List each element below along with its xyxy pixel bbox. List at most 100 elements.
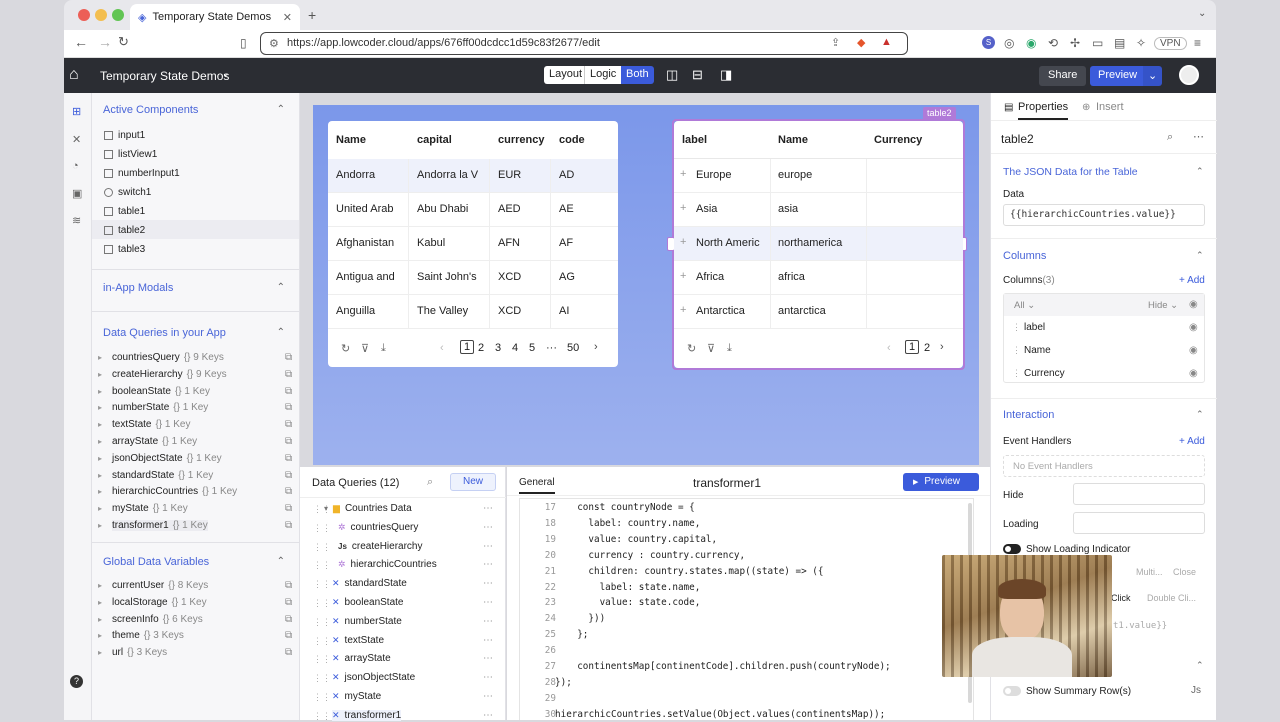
drag-handle-icon[interactable]: ⋮⋮ [313, 692, 331, 703]
copy-icon[interactable]: ⧉ [285, 369, 292, 380]
share-icon[interactable]: ⇪ [831, 36, 840, 49]
table-row[interactable]: + Europe europe [674, 159, 963, 193]
eye-icon[interactable]: ◉ [1189, 345, 1198, 356]
tab-general[interactable]: General [519, 477, 555, 494]
refresh-icon[interactable]: ↻ [341, 342, 350, 355]
share-button[interactable]: Share [1039, 66, 1087, 86]
tab-insert[interactable]: Insert [1096, 101, 1124, 113]
mode-both-button[interactable]: Both [621, 66, 654, 84]
minimize-window-button[interactable] [95, 9, 107, 21]
query-tree-item[interactable]: ✕ booleanState [332, 597, 404, 608]
expand-icon[interactable]: ▸ [98, 353, 102, 362]
run-preview-button[interactable]: ▶ Preview [903, 473, 979, 491]
table-row[interactable]: Antigua and Saint John's XCD AG [328, 261, 618, 295]
query-item[interactable]: ▸ booleanState{} 1 Key ⧉ [98, 386, 292, 397]
tab-close-icon[interactable]: ✕ [283, 11, 292, 24]
more-icon[interactable]: ⋯ [483, 635, 493, 646]
page-number[interactable]: 2 [924, 342, 930, 354]
more-icon[interactable]: ⋯ [483, 672, 493, 683]
avatar[interactable] [1179, 65, 1199, 85]
copy-icon[interactable]: ⧉ [285, 402, 292, 413]
global-item[interactable]: ▸ localStorage{} 1 Key ⧉ [98, 597, 292, 608]
extension-g-icon[interactable]: ◉ [1026, 36, 1036, 50]
page-number[interactable]: 3 [495, 342, 501, 354]
collapse-icon[interactable]: ⌃ [1196, 166, 1204, 177]
component-name[interactable]: table2 [1001, 132, 1034, 146]
more-icon[interactable]: ⋯ [483, 541, 493, 552]
drag-handle-icon[interactable]: ⋮⋮ [313, 560, 331, 571]
page-number[interactable]: 50 [567, 342, 579, 354]
expand-icon[interactable]: ▸ [98, 598, 102, 607]
query-tree-item[interactable]: ✕ myState [332, 691, 381, 702]
table2-tag[interactable]: table2 [923, 107, 956, 119]
drag-handle-icon[interactable]: ⋮ [1012, 368, 1021, 379]
hide-select[interactable]: Hide ⌄ [1148, 300, 1178, 311]
query-item[interactable]: ▸ myState{} 1 Key ⧉ [98, 503, 292, 514]
component-item[interactable]: numberInput1 [104, 168, 180, 179]
click-option[interactable]: Click [1111, 593, 1131, 603]
expand-row-icon[interactable]: + [680, 304, 686, 316]
rewards-icon[interactable]: ▲ [881, 36, 892, 48]
more-icon[interactable]: ⋯ [1193, 130, 1204, 143]
code-editor[interactable]: 17 const countryNode = {18 label: countr… [519, 498, 974, 720]
right-panel-toggle-icon[interactable]: ◨ [720, 67, 732, 83]
expand-icon[interactable]: ▸ [98, 648, 102, 657]
close-option[interactable]: Close [1173, 567, 1196, 577]
mode-logic-button[interactable]: Logic [584, 66, 622, 84]
more-icon[interactable]: ⋯ [483, 691, 493, 702]
code-line[interactable]: })) [566, 613, 605, 624]
page-number[interactable]: 1 [460, 340, 475, 354]
forward-icon[interactable]: → [98, 34, 112, 50]
global-item[interactable]: ▸ url{} 3 Keys ⧉ [98, 647, 292, 658]
table-row[interactable]: + North Americ northamerica [674, 227, 963, 261]
search-icon[interactable]: ⌕ [1167, 131, 1173, 144]
drag-handle-icon[interactable]: ⋮⋮ [313, 598, 331, 609]
query-title[interactable]: transformer1 [693, 476, 761, 490]
copy-icon[interactable]: ⧉ [285, 470, 292, 481]
expand-icon[interactable]: ▸ [98, 487, 102, 496]
code-line[interactable]: label: state.name, [566, 582, 701, 593]
explorer-icon[interactable]: ⊞ [72, 105, 81, 118]
refresh-icon[interactable]: ↻ [687, 342, 696, 355]
query-tree-item[interactable]: ✲ countriesQuery [338, 522, 418, 533]
query-item[interactable]: ▸ transformer1{} 1 Key ⧉ [98, 520, 292, 531]
loading-indicator-switch[interactable] [1003, 544, 1021, 554]
component-item[interactable]: table1 [104, 206, 145, 217]
bottom-panel-toggle-icon[interactable]: ⊟ [692, 67, 703, 83]
copy-icon[interactable]: ⧉ [285, 647, 292, 658]
expand-row-icon[interactable]: + [680, 202, 686, 214]
expand-icon[interactable]: ▸ [98, 521, 102, 530]
modals-title[interactable]: in-App Modals [103, 282, 173, 294]
search-icon[interactable]: ⌕ [427, 476, 433, 489]
copy-icon[interactable]: ⧉ [285, 580, 292, 591]
mode-layout-button[interactable]: Layout [544, 66, 588, 84]
copy-icon[interactable]: ⧉ [285, 436, 292, 447]
code-line[interactable]: continentsMap[continentCode].children.pu… [566, 661, 890, 672]
collapse-icon[interactable]: ⌃ [277, 327, 285, 338]
active-components-title[interactable]: Active Components [103, 104, 198, 116]
column-header[interactable]: capital [417, 134, 452, 146]
sidebar-icon[interactable]: ▭ [1092, 36, 1103, 50]
column-header[interactable]: Name [336, 134, 366, 146]
query-item[interactable]: ▸ jsonObjectState{} 1 Key ⧉ [98, 453, 292, 464]
multi-option[interactable]: Multi... [1136, 567, 1163, 577]
download-icon[interactable]: ⤓ [381, 342, 386, 355]
preview-button[interactable]: Preview [1090, 66, 1146, 86]
canvas[interactable]: Name capital currency code Andorra Andorr… [313, 105, 979, 465]
global-item[interactable]: ▸ screenInfo{} 6 Keys ⧉ [98, 614, 292, 625]
expand-row-icon[interactable]: + [680, 270, 686, 282]
query-item[interactable]: ▸ hierarchicCountries{} 1 Key ⧉ [98, 486, 292, 497]
query-tree-item[interactable]: Js createHierarchy [338, 541, 423, 552]
url-field[interactable]: ⚙ https://app.lowcoder.cloud/apps/676ff0… [260, 32, 908, 55]
theme-icon[interactable]: ◔ [72, 160, 79, 172]
expand-row-icon[interactable]: + [680, 236, 686, 248]
expand-icon[interactable]: ▸ [98, 437, 102, 446]
query-item[interactable]: ▸ textState{} 1 Key ⧉ [98, 419, 292, 430]
page-number[interactable]: 1 [905, 340, 920, 354]
eye-icon[interactable]: ◉ [1189, 322, 1198, 333]
site-settings-icon[interactable]: ⚙ [269, 37, 279, 50]
hide-input[interactable] [1073, 483, 1205, 505]
copy-icon[interactable]: ⧉ [285, 520, 292, 531]
expand-icon[interactable]: ▸ [98, 454, 102, 463]
no-event-handlers[interactable]: No Event Handlers [1003, 455, 1205, 477]
